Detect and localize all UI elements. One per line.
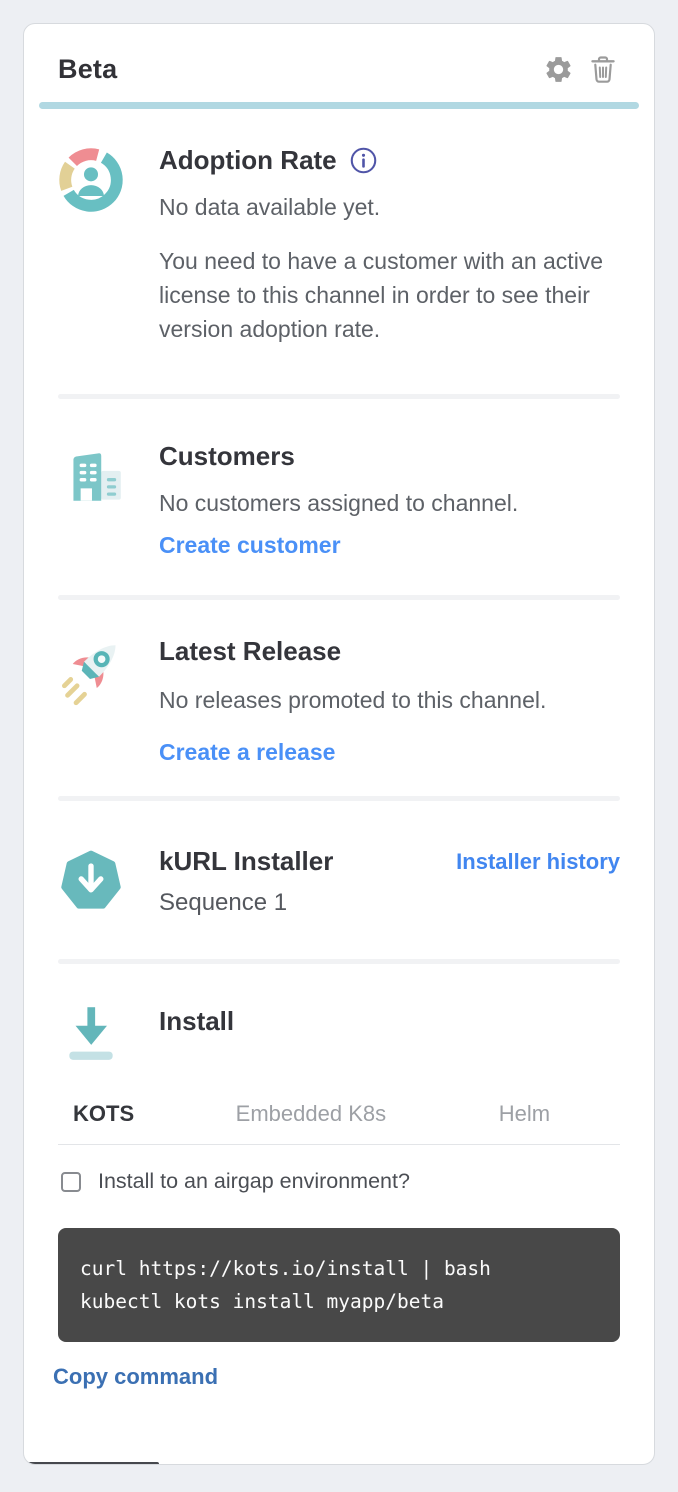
channel-card-content: Adoption Rate No data available yet. You… [24,109,654,1390]
install-title-row: Install [58,998,620,1071]
customers-empty-text: No customers assigned to channel. [159,486,617,520]
install-icon-box [58,998,124,1071]
install-section: Install KOTS Embedded K8s Helm Install t… [58,964,620,1390]
kurl-installer-icon-box [58,846,124,919]
tab-embedded-k8s[interactable]: Embedded K8s [193,1101,429,1144]
installer-sequence-text: Sequence 1 [159,889,620,917]
rocket-icon [58,638,128,706]
airgap-checkbox-label[interactable]: Install to an airgap environment? [98,1169,410,1194]
latest-release-content: Latest Release No releases promoted to t… [159,636,620,766]
airgap-option-row: Install to an airgap environment? [58,1169,620,1194]
adoption-rate-icon-box [58,145,124,346]
install-tabs: KOTS Embedded K8s Helm [58,1101,620,1145]
tab-kots[interactable]: KOTS [58,1101,193,1144]
kurl-installer-content: kURL Installer Installer history Sequenc… [159,846,620,919]
create-release-link[interactable]: Create a release [159,739,335,766]
airgap-checkbox[interactable] [61,1172,81,1192]
info-icon[interactable] [350,147,377,174]
kurl-title-line: kURL Installer Installer history [159,846,620,877]
kurl-installer-title: kURL Installer [159,846,333,877]
gear-icon [543,54,574,85]
download-icon [58,1000,124,1066]
kurl-heptagon-download-icon [58,848,124,914]
customers-content: Customers No customers assigned to chann… [159,441,620,559]
kurl-installer-section: kURL Installer Installer history Sequenc… [58,801,620,959]
channel-delete-button[interactable] [588,54,618,85]
installer-history-link[interactable]: Installer history [456,849,620,875]
install-command-block: curl https://kots.io/install | bashkubec… [58,1228,620,1342]
adoption-rate-section: Adoption Rate No data available yet. You… [58,109,620,394]
active-tab-indicator [24,1462,159,1465]
channel-card: Beta [23,23,655,1465]
adoption-rate-help-text: You need to have a customer with an acti… [159,244,617,346]
copy-command-link[interactable]: Copy command [53,1364,218,1390]
latest-release-title: Latest Release [159,636,620,667]
adoption-rate-empty-text: No data available yet. [159,190,617,224]
customers-title: Customers [159,441,620,472]
tab-helm[interactable]: Helm [429,1101,620,1144]
install-title-content: Install [159,998,620,1071]
latest-release-section: Latest Release No releases promoted to t… [58,600,620,796]
install-command-line: kubectl kots install myapp/beta [80,1285,598,1318]
channel-card-header: Beta [24,24,654,85]
channel-settings-button[interactable] [543,54,574,85]
trash-icon [588,54,618,85]
adoption-rate-donut-icon [58,147,124,213]
install-command-line: curl https://kots.io/install | bash [80,1252,598,1285]
adoption-rate-content: Adoption Rate No data available yet. You… [159,145,620,346]
customers-buildings-icon [58,443,128,509]
latest-release-empty-text: No releases promoted to this channel. [159,683,617,717]
channel-accent-bar [39,102,639,109]
channel-actions [543,54,618,85]
install-title: Install [159,1006,620,1037]
customers-icon-box [58,441,124,559]
adoption-rate-title-line: Adoption Rate [159,145,620,176]
customers-section: Customers No customers assigned to chann… [58,399,620,595]
adoption-rate-title: Adoption Rate [159,145,337,176]
latest-release-icon-box [58,636,124,766]
create-customer-link[interactable]: Create customer [159,532,341,559]
channel-title: Beta [58,54,117,85]
